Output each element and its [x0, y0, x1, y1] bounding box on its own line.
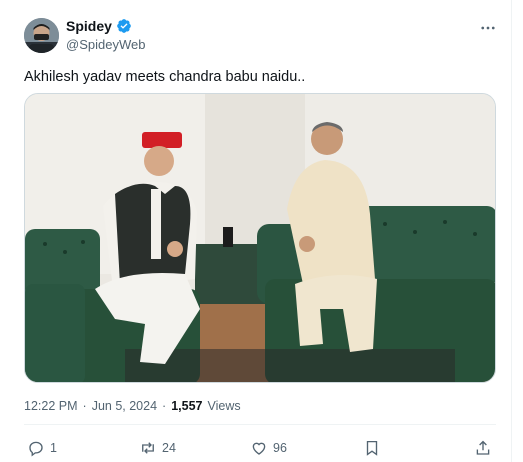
share-button[interactable]: [474, 437, 492, 459]
views-label: Views: [207, 399, 241, 413]
repost-count: 24: [162, 441, 176, 455]
reply-icon: [29, 441, 43, 457]
meta-separator: ·: [162, 399, 167, 413]
heart-icon: [252, 442, 266, 455]
tweet-meta: 12:22 PM · Jun 5, 2024 · 1,557 Views: [24, 399, 241, 413]
tweet-card: Spidey @SpideyWeb Akhilesh yadav meets c…: [0, 0, 512, 462]
verified-badge-icon: [117, 19, 131, 33]
bookmark-button[interactable]: [363, 437, 381, 459]
more-button[interactable]: [476, 18, 500, 38]
meta-separator: ·: [82, 399, 87, 413]
more-dots-icon: [481, 26, 495, 30]
photo-image: [25, 94, 495, 382]
reply-count: 1: [50, 441, 57, 455]
tweet-text: Akhilesh yadav meets chandra babu naidu.…: [24, 69, 306, 85]
tweet-time[interactable]: 12:22 PM: [24, 399, 78, 413]
display-name-text: Spidey: [66, 18, 112, 34]
tweet-date[interactable]: Jun 5, 2024: [92, 399, 157, 413]
avatar[interactable]: [24, 18, 59, 53]
repost-button[interactable]: 24: [139, 437, 176, 459]
author-name[interactable]: Spidey: [66, 18, 132, 34]
divider: [24, 424, 496, 425]
like-count: 96: [273, 441, 287, 455]
avatar-image: [24, 18, 59, 53]
author-handle[interactable]: @SpideyWeb: [66, 37, 145, 52]
like-button[interactable]: 96: [250, 437, 287, 459]
tweet-photo[interactable]: [24, 93, 496, 383]
bookmark-icon: [366, 440, 378, 456]
repost-icon: [142, 442, 154, 454]
reply-button[interactable]: 1: [27, 437, 57, 459]
share-icon: [476, 440, 490, 455]
views-count: 1,557: [171, 399, 203, 413]
